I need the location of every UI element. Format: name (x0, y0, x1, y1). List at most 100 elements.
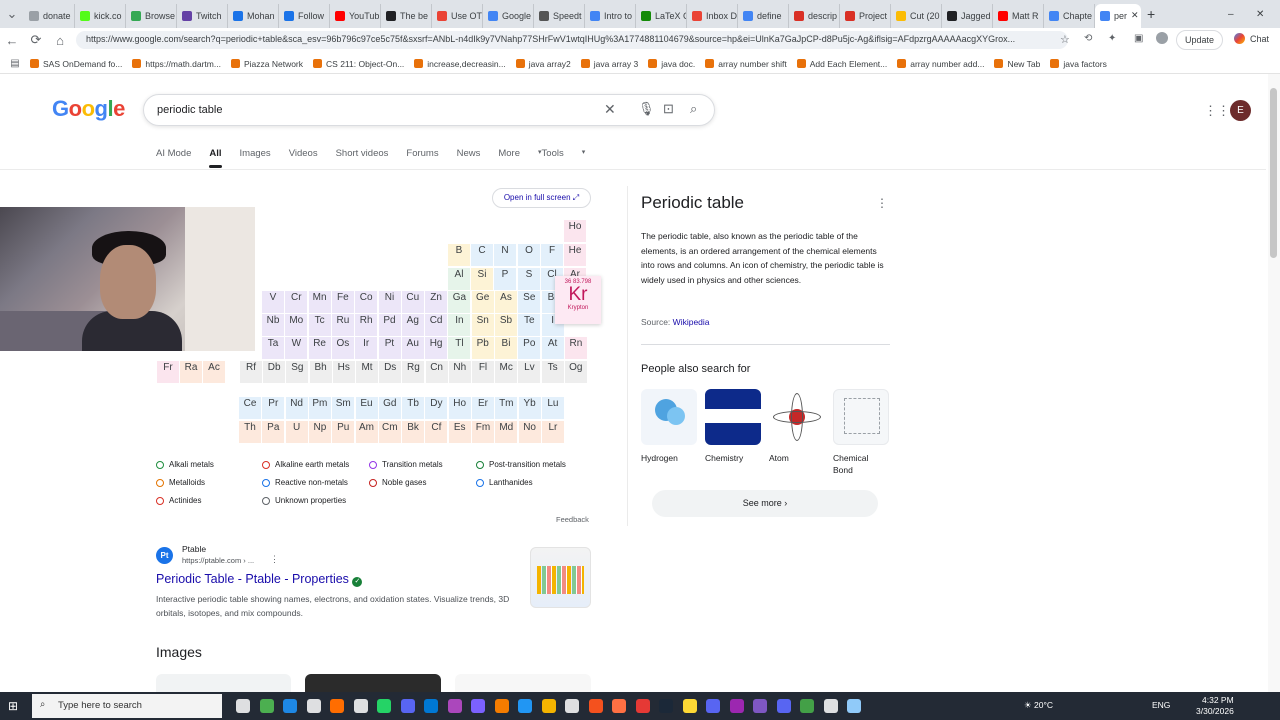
filter-tab-forums[interactable]: Forums (406, 148, 438, 159)
element-cell-sg[interactable]: Sg (286, 361, 309, 383)
clock-date[interactable]: 3/30/2026 (1196, 706, 1234, 716)
clock-time[interactable]: 4:32 PM (1202, 695, 1234, 705)
new-tab-plus-icon[interactable]: + (1147, 6, 1155, 22)
browser-tab[interactable]: The be (381, 3, 432, 28)
taskbar-app-icon[interactable] (541, 699, 556, 713)
image-thumbnail[interactable] (305, 674, 441, 694)
element-cell-cr[interactable]: Cr (285, 291, 308, 313)
element-cell-np[interactable]: Np (308, 421, 331, 443)
element-cell-yb[interactable]: Yb (518, 397, 541, 419)
element-cell-as[interactable]: As (495, 291, 517, 313)
taskbar-app-icon[interactable] (377, 699, 391, 713)
filter-tab-ai-mode[interactable]: AI Mode (156, 148, 191, 159)
element-cell-mo[interactable]: Mo (285, 314, 308, 336)
element-cell-pu[interactable]: Pu (332, 421, 355, 443)
bookmark-item[interactable]: Piazza Network (230, 59, 303, 69)
element-cell-re[interactable]: Re (308, 337, 331, 359)
taskbar-app-icon[interactable] (400, 699, 415, 713)
filter-tab-more[interactable]: More (498, 148, 520, 159)
profile-avatar[interactable] (1156, 32, 1168, 44)
update-button[interactable]: Update (1176, 30, 1224, 50)
apps-icon[interactable]: ▤ (0, 58, 30, 69)
bookmark-item[interactable]: array number shift (705, 59, 787, 69)
weather-text[interactable]: ☀ 20°C (1024, 700, 1053, 711)
filter-tab-videos[interactable]: Videos (289, 148, 318, 159)
taskbar-app-icon[interactable] (424, 699, 438, 713)
extension-icon[interactable]: ⟲ (1084, 33, 1092, 44)
element-cell-mc[interactable]: Mc (495, 361, 518, 383)
taskbar-app-icon[interactable] (847, 699, 861, 713)
element-cell-fr[interactable]: Fr (157, 361, 179, 383)
element-cell-rf[interactable]: Rf (240, 361, 262, 383)
element-cell-ho[interactable]: Ho (448, 397, 471, 419)
element-cell-nh[interactable]: Nh (448, 361, 471, 383)
filter-tab-all[interactable]: All (209, 148, 222, 168)
taskbar-app-icon[interactable] (236, 699, 250, 713)
taskbar-app-icon[interactable] (283, 699, 297, 713)
element-cell-tb[interactable]: Tb (402, 397, 425, 419)
element-cell-ag[interactable]: Ag (401, 314, 424, 336)
browser-tab[interactable]: Google (483, 3, 534, 28)
element-cell-ge[interactable]: Ge (471, 291, 494, 313)
tab-search-icon[interactable]: ⌄ (0, 6, 24, 22)
avatar[interactable]: E (1230, 100, 1251, 121)
taskbar-app-icon[interactable] (800, 699, 814, 713)
element-cell-bk[interactable]: Bk (402, 421, 425, 443)
bookmark-star-icon[interactable]: ☆ (1060, 33, 1070, 46)
element-cell-mt[interactable]: Mt (356, 361, 378, 383)
element-cell-eu[interactable]: Eu (355, 397, 378, 419)
element-cell-ni[interactable]: Ni (378, 291, 401, 313)
wikipedia-link[interactable]: Wikipedia (673, 317, 710, 327)
taskbar-app-icon[interactable] (471, 699, 485, 713)
taskbar-app-icon[interactable] (729, 699, 744, 713)
element-cell-sb[interactable]: Sb (495, 314, 517, 336)
browser-tab[interactable]: per ✕ (1095, 3, 1141, 28)
bookmark-item[interactable]: java factors (1050, 59, 1107, 69)
related-hydrogen[interactable]: Hydrogen (641, 389, 697, 464)
browser-tab[interactable]: descrip (789, 3, 840, 28)
element-cell-bi[interactable]: Bi (495, 337, 517, 359)
bookmark-item[interactable]: java doc. (648, 59, 695, 69)
element-cell-in[interactable]: In (448, 314, 471, 336)
browser-tab[interactable]: Cut (20 (891, 3, 942, 28)
image-thumbnail[interactable] (455, 674, 591, 694)
element-cell-mn[interactable]: Mn (308, 291, 331, 313)
element-cell-pa[interactable]: Pa (262, 421, 285, 443)
element-cell-rg[interactable]: Rg (402, 361, 425, 383)
element-cell-po[interactable]: Po (518, 337, 541, 359)
filter-tab-tools[interactable]: Tools (542, 148, 564, 159)
element-cell-am[interactable]: Am (355, 421, 378, 443)
element-cell-os[interactable]: Os (331, 337, 354, 359)
close-tab-icon[interactable]: ✕ (1131, 10, 1139, 21)
element-cell-th[interactable]: Th (239, 421, 261, 443)
element-cell-er[interactable]: Er (472, 397, 494, 419)
element-cell-ga[interactable]: Ga (448, 291, 471, 313)
element-cell-p[interactable]: P (494, 268, 516, 290)
result-thumbnail[interactable] (530, 547, 591, 608)
element-cell-sm[interactable]: Sm (332, 397, 355, 419)
element-cell-ac[interactable]: Ac (203, 361, 225, 383)
element-cell-at[interactable]: At (541, 337, 564, 359)
related-atom[interactable]: Atom (769, 389, 825, 464)
browser-tab[interactable]: Chapte (1044, 3, 1095, 28)
element-cell-pr[interactable]: Pr (262, 397, 285, 419)
element-cell-hg[interactable]: Hg (425, 337, 448, 359)
element-cell-nd[interactable]: Nd (285, 397, 308, 419)
element-cell-tl[interactable]: Tl (448, 337, 471, 359)
taskbar-app-icon[interactable] (612, 699, 626, 713)
element-cell-hs[interactable]: Hs (332, 361, 355, 383)
element-cell-si[interactable]: Si (471, 268, 493, 290)
bookmark-item[interactable]: java array 3 (580, 59, 638, 69)
browser-tab[interactable]: Twitch (177, 3, 228, 28)
bookmark-item[interactable]: array number add... (897, 59, 984, 69)
url-input[interactable]: https://www.google.com/search?q=periodic… (76, 31, 1068, 49)
bookmark-item[interactable]: New Tab (994, 59, 1040, 69)
search-input[interactable]: periodic table (157, 104, 222, 116)
element-cell-cn[interactable]: Cn (425, 361, 448, 383)
language-indicator[interactable]: ENG (1152, 700, 1170, 710)
browser-tab[interactable]: define (738, 3, 789, 28)
element-cell-pb[interactable]: Pb (471, 337, 494, 359)
element-cell-sn[interactable]: Sn (471, 314, 494, 336)
taskbar-app-icon[interactable] (659, 699, 673, 713)
taskbar-app-icon[interactable] (306, 699, 321, 713)
